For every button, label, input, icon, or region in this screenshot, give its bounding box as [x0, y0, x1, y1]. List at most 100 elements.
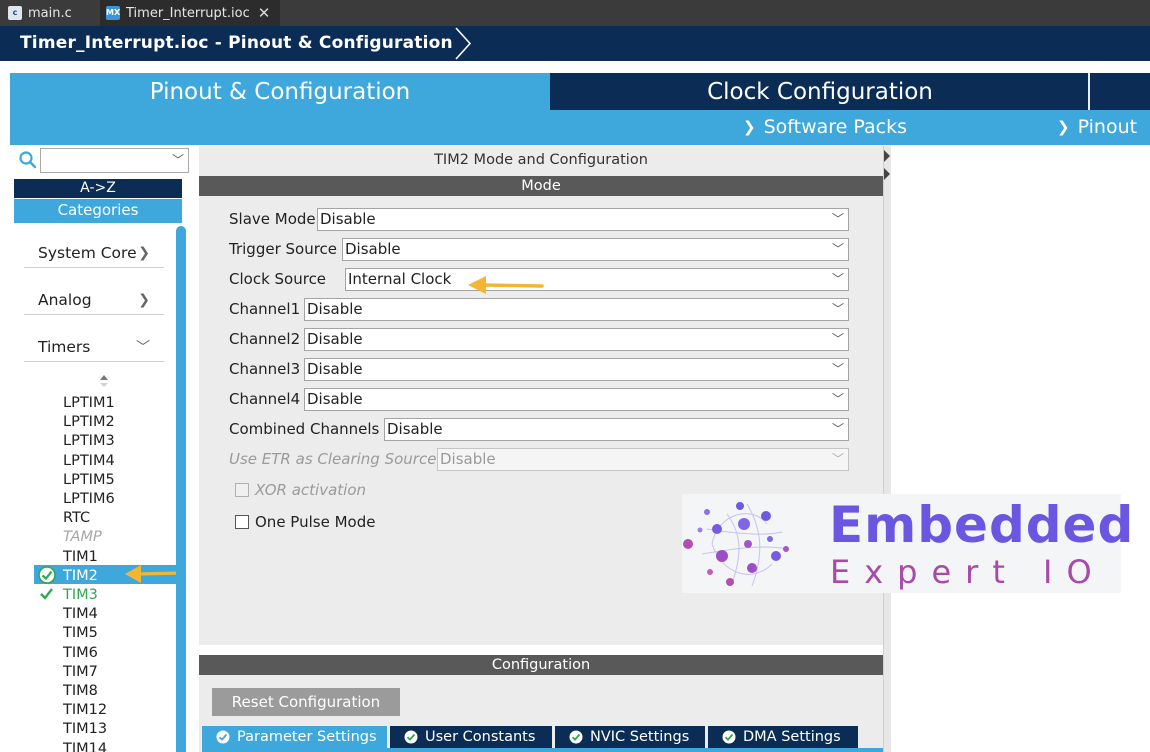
peripheral-item-tim4[interactable]: TIM4 — [63, 605, 98, 624]
one-pulse-mode-label: One Pulse Mode — [255, 513, 376, 531]
channel1-select[interactable]: Disable ﹀ — [304, 298, 849, 321]
editor-tab-ioc[interactable]: MX Timer_Interrupt.ioc ✕ — [100, 0, 280, 26]
chevron-down-icon: ﹀ — [831, 362, 844, 376]
trigger-source-label: Trigger Source — [229, 240, 338, 258]
search-icon — [19, 151, 37, 169]
tab-label: Parameter Settings — [237, 729, 377, 745]
tab-clock-configuration[interactable]: Clock Configuration — [552, 73, 1088, 110]
configured-check-icon — [38, 566, 56, 584]
peripheral-item-lptim3[interactable]: LPTIM3 — [63, 432, 115, 451]
pinout-menu[interactable]: ❯ Pinout — [1057, 116, 1137, 138]
category-label: Timers — [38, 337, 91, 356]
channel1-label: Channel1 — [229, 300, 301, 318]
chevron-right-icon: ❯ — [138, 291, 150, 308]
tab-parameter-settings[interactable]: Parameter Settings — [202, 726, 387, 748]
check-circle-icon — [404, 730, 418, 744]
pinout-menu-label: Pinout — [1077, 116, 1138, 138]
peripheral-item-tim7[interactable]: TIM7 — [63, 663, 98, 682]
one-pulse-mode-checkbox[interactable] — [235, 515, 249, 529]
tab-label: NVIC Settings — [590, 729, 690, 745]
select-value: Disable — [307, 300, 363, 318]
tab-pinout-configuration[interactable]: Pinout & Configuration — [10, 73, 550, 110]
channel2-select[interactable]: Disable ﹀ — [304, 328, 849, 351]
select-value: Disable — [387, 420, 443, 438]
peripheral-item-lptim2[interactable]: LPTIM2 — [63, 413, 115, 432]
tab-user-constants[interactable]: User Constants — [390, 726, 552, 748]
search-input[interactable] — [40, 148, 189, 173]
xor-activation-label: XOR activation — [255, 481, 367, 499]
category-label: System Core — [38, 243, 137, 262]
breadcrumb: Timer_Interrupt.ioc - Pinout & Configura… — [0, 26, 1150, 61]
peripheral-item-rtc[interactable]: RTC — [63, 509, 90, 528]
channel3-label: Channel3 — [229, 360, 301, 378]
main-tab-bar: Pinout & Configuration Clock Configurati… — [10, 73, 1150, 110]
peripheral-item-lptim6[interactable]: LPTIM6 — [63, 490, 115, 509]
peripheral-item-tamp[interactable]: TAMP — [63, 528, 102, 547]
trigger-source-select[interactable]: Disable ﹀ — [342, 238, 849, 261]
check-circle-icon — [216, 730, 230, 744]
peripheral-item-tim2[interactable]: TIM2 — [63, 567, 98, 586]
mx-file-icon: MX — [106, 6, 120, 20]
software-packs-menu[interactable]: ❯ Software Packs — [743, 116, 907, 138]
combined-channels-label: Combined Channels — [229, 420, 380, 438]
peripheral-item-tim3[interactable]: TIM3 — [63, 586, 98, 605]
tab-label: User Constants — [425, 729, 536, 745]
tab-divider — [1088, 73, 1090, 110]
chevron-down-icon: ﹀ — [831, 332, 844, 346]
etr-clearing-source-select: Disable ﹀ — [437, 448, 849, 471]
annotation-arrow-icon — [468, 276, 544, 294]
slave-mode-label: Slave Mode — [229, 210, 316, 228]
etr-clearing-source-label: Use ETR as Clearing Source — [229, 450, 437, 468]
select-value: Disable — [307, 390, 363, 408]
select-value: Disable — [307, 360, 363, 378]
reset-configuration-button[interactable]: Reset Configuration — [212, 688, 400, 716]
editor-tab-main-c[interactable]: c main.c — [8, 0, 72, 26]
collapse-handle-icon[interactable] — [884, 148, 891, 184]
chevron-down-icon: ❯ — [743, 118, 756, 136]
configured-check-icon — [40, 588, 53, 600]
close-icon[interactable]: ✕ — [258, 4, 271, 22]
slave-mode-select[interactable]: Disable ﹀ — [317, 208, 849, 231]
channel2-label: Channel2 — [229, 330, 301, 348]
select-value: Disable — [345, 240, 401, 258]
clock-source-label: Clock Source — [229, 270, 327, 288]
peripheral-item-tim8[interactable]: TIM8 — [63, 682, 98, 701]
configuration-section-header: Configuration — [199, 655, 883, 675]
panel-splitter[interactable] — [199, 645, 883, 655]
scroll-arrows-icon[interactable] — [98, 374, 110, 388]
peripheral-item-lptim4[interactable]: LPTIM4 — [63, 452, 115, 471]
categories-button[interactable]: Categories — [14, 199, 182, 223]
peripheral-item-tim14[interactable]: TIM14 — [63, 740, 107, 752]
peripheral-item-tim12[interactable]: TIM12 — [63, 701, 107, 720]
editor-tab-label: main.c — [28, 5, 72, 21]
select-value: Disable — [440, 450, 496, 468]
editor-tab-bar: c main.c MX Timer_Interrupt.ioc ✕ — [0, 0, 1150, 26]
peripheral-item-tim6[interactable]: TIM6 — [63, 644, 98, 663]
tab-nvic-settings[interactable]: NVIC Settings — [555, 726, 705, 748]
peripheral-item-tim5[interactable]: TIM5 — [63, 624, 98, 643]
clock-source-select[interactable]: Internal Clock ﹀ — [345, 268, 849, 291]
channel4-select[interactable]: Disable ﹀ — [304, 388, 849, 411]
chevron-down-icon: ﹀ — [831, 392, 844, 406]
sort-az-button[interactable]: A->Z — [14, 179, 182, 198]
left-panel-scrollbar[interactable] — [176, 226, 186, 752]
peripheral-item-tim13[interactable]: TIM13 — [63, 720, 107, 739]
select-value: Disable — [320, 210, 376, 228]
channel3-select[interactable]: Disable ﹀ — [304, 358, 849, 381]
combined-channels-select[interactable]: Disable ﹀ — [384, 418, 849, 441]
chevron-down-icon[interactable]: ﹀ — [172, 151, 184, 168]
category-system-core[interactable]: System Core ❯ — [24, 238, 164, 268]
channel4-label: Channel4 — [229, 390, 301, 408]
editor-tab-label: Timer_Interrupt.ioc — [126, 5, 250, 21]
category-timers[interactable]: Timers ﹀ — [24, 332, 164, 362]
c-file-icon: c — [8, 6, 22, 20]
category-analog[interactable]: Analog ❯ — [24, 285, 164, 315]
chevron-down-icon: ﹀ — [831, 272, 844, 286]
tab-dma-settings[interactable]: DMA Settings — [708, 726, 858, 748]
peripheral-item-lptim5[interactable]: LPTIM5 — [63, 471, 115, 490]
mode-section-header: Mode — [199, 176, 883, 196]
peripheral-item-tim1[interactable]: TIM1 — [63, 548, 98, 567]
center-panel-scrollbar[interactable] — [883, 146, 891, 752]
chevron-down-icon: ﹀ — [831, 302, 844, 316]
peripheral-item-lptim1[interactable]: LPTIM1 — [63, 394, 115, 413]
